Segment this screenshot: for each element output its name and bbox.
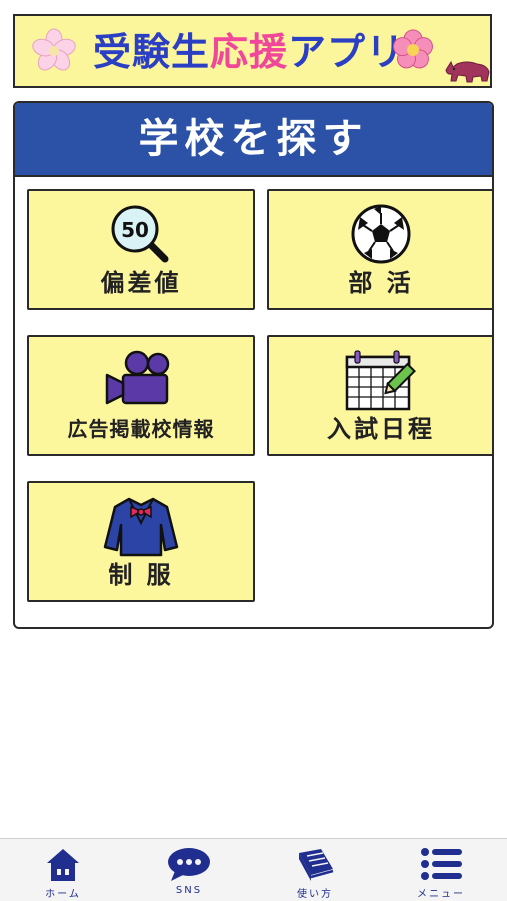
app-title: 受験生応援アプリ: [93, 30, 406, 74]
plum-flower-icon: [393, 29, 433, 69]
calendar-pencil-icon: [345, 350, 416, 411]
tab-how-to-use[interactable]: 使い方: [252, 839, 378, 901]
panel-title: 学校を探す: [15, 103, 492, 177]
school-uniform-icon: [103, 497, 179, 557]
home-icon: [47, 849, 79, 881]
tile-deviation-score[interactable]: 50 偏差値: [27, 189, 255, 310]
tab-menu[interactable]: メニュー: [378, 839, 504, 901]
menu-list-icon: [421, 848, 462, 880]
tile-label: 偏差値: [100, 269, 182, 297]
tile-label: 部 活: [348, 269, 414, 297]
magnifier-50-icon: 50: [111, 205, 169, 263]
tile-label: 広告掲載校情報: [67, 417, 215, 441]
soccer-ball-icon: [351, 204, 411, 264]
tab-label: ホーム: [45, 889, 81, 900]
tab-label: SNS: [175, 885, 203, 896]
video-camera-icon: [105, 350, 170, 405]
tab-sns[interactable]: SNS: [126, 839, 252, 901]
book-icon: [299, 849, 334, 881]
school-search-panel: 学校を探す 50 偏差値 部 活 広告掲載校情報 入試日程 制 服: [13, 101, 494, 629]
tile-school-uniform[interactable]: 制 服: [27, 481, 255, 602]
app-banner: 受験生応援アプリ: [13, 14, 492, 88]
sakura-flower-icon: [32, 28, 76, 71]
tile-label: 入試日程: [327, 415, 435, 443]
tab-label: メニュー: [417, 889, 465, 900]
rhino-mascot-icon: [445, 60, 490, 83]
tab-label: 使い方: [297, 889, 333, 900]
tile-label: 制 服: [108, 561, 174, 589]
chat-bubble-icon: [168, 848, 210, 881]
tile-club-activities[interactable]: 部 活: [267, 189, 492, 310]
tab-home[interactable]: ホーム: [0, 839, 126, 901]
tile-advertised-schools[interactable]: 広告掲載校情報: [27, 335, 255, 456]
svg-text:50: 50: [121, 218, 149, 242]
tile-exam-schedule[interactable]: 入試日程: [267, 335, 492, 456]
bottom-tab-bar: ホーム SNS 使い方 メニュー: [0, 838, 507, 901]
